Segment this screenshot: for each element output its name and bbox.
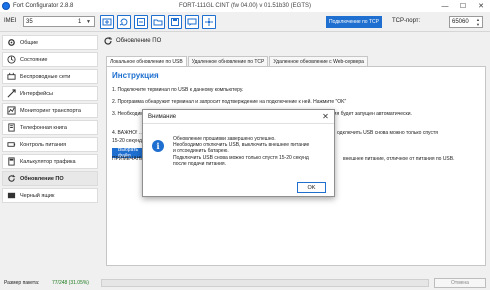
save-icon bbox=[171, 18, 179, 26]
dialog-message: Обновление прошивки завершено успешно. Н… bbox=[173, 136, 310, 167]
monitoring-icon bbox=[6, 106, 16, 116]
tcp-port-label: TCP-порт: bbox=[392, 18, 421, 24]
sidebar-item-label: Состояние bbox=[20, 56, 48, 63]
tab-local-usb[interactable]: Локальное обновление по USB bbox=[106, 56, 187, 66]
sidebar-item-label: Мониторинг транспорта bbox=[20, 107, 81, 114]
close-window-button[interactable]: ✕ bbox=[472, 0, 490, 12]
update-tabs: Локальное обновление по USB Удаленное об… bbox=[106, 56, 369, 66]
chevron-down-icon: ▼ bbox=[86, 18, 91, 25]
blackbox-icon bbox=[6, 191, 16, 201]
open-file-button[interactable] bbox=[151, 15, 165, 29]
restore-button[interactable] bbox=[134, 15, 148, 29]
ok-button[interactable]: OK bbox=[297, 182, 326, 193]
sidebar-item-general[interactable]: Общие bbox=[2, 35, 98, 50]
sidebar-item-calculator[interactable]: Калькулятор трафика bbox=[2, 154, 98, 169]
calculator-icon bbox=[6, 157, 16, 167]
imei-index: 1 bbox=[78, 18, 82, 25]
read-icon bbox=[102, 18, 112, 26]
write-settings-button[interactable] bbox=[117, 15, 131, 29]
info-icon: i bbox=[152, 140, 164, 152]
sidebar-item-wireless[interactable]: Беспроводные сети bbox=[2, 69, 98, 84]
title-bar: Fort Configurator 2.8.8 FORT-111GL CINT … bbox=[0, 0, 490, 12]
tcp-port-input[interactable]: 65060 ▲ ▼ bbox=[449, 16, 483, 28]
instruction-step-4-end: одключить USB снова можно только спустя bbox=[337, 130, 438, 136]
message-icon bbox=[187, 18, 197, 26]
instruction-step: 1. Подключите терминал по USB к данному … bbox=[112, 87, 244, 93]
tcp-port-value: 65060 bbox=[452, 19, 469, 25]
progress-bar bbox=[101, 279, 429, 287]
sidebar-item-state[interactable]: Состояние bbox=[2, 52, 98, 67]
save-file-button[interactable] bbox=[168, 15, 182, 29]
tab-remote-web[interactable]: Удаленное обновление с Web-сервера bbox=[269, 56, 368, 66]
gear-icon bbox=[6, 38, 16, 48]
sidebar: Общие Состояние Беспроводные сети Интерф… bbox=[2, 33, 98, 268]
instructions-title: Инструкция bbox=[112, 71, 159, 80]
folder-open-icon bbox=[153, 19, 163, 26]
wireless-icon bbox=[6, 72, 16, 82]
imei-value: 35 bbox=[26, 18, 33, 25]
sms-button[interactable] bbox=[185, 15, 199, 29]
tcp-connect-button[interactable]: Подключение по TCP bbox=[326, 16, 382, 28]
sidebar-item-label: Черный ящик bbox=[20, 192, 55, 199]
read-settings-button[interactable] bbox=[100, 15, 114, 29]
restore-icon bbox=[137, 18, 145, 26]
sidebar-item-label: Интерфейсы bbox=[20, 90, 53, 97]
imei-select[interactable]: 35 1 ▼ bbox=[23, 16, 95, 27]
dialog-title: Внимание bbox=[148, 113, 177, 120]
instruction-step: 2. Программа обнаружит терминал и запрос… bbox=[112, 99, 347, 105]
attention-dialog: Внимание ✕ i Обновление прошивки заверше… bbox=[142, 109, 335, 197]
interfaces-icon bbox=[6, 89, 16, 99]
tab-remote-tcp[interactable]: Удаленное обновление по TCP bbox=[187, 56, 269, 66]
imei-label: IMEI bbox=[4, 18, 17, 24]
sidebar-item-monitoring[interactable]: Мониторинг транспорта bbox=[2, 103, 98, 118]
sidebar-item-power[interactable]: Контроль питания bbox=[2, 137, 98, 152]
sidebar-item-label: Обновление ПО bbox=[20, 175, 64, 182]
app-logo-icon bbox=[2, 2, 10, 10]
sidebar-item-label: Контроль питания bbox=[20, 141, 67, 148]
state-icon bbox=[6, 55, 16, 65]
sidebar-item-interfaces[interactable]: Интерфейсы bbox=[2, 86, 98, 101]
sidebar-item-label: Беспроводные сети bbox=[20, 73, 71, 80]
update-icon bbox=[6, 174, 16, 184]
sidebar-item-blackbox[interactable]: Черный ящик bbox=[2, 188, 98, 203]
app-title: Fort Configurator 2.8.8 bbox=[13, 3, 74, 9]
sidebar-item-update[interactable]: Обновление ПО bbox=[2, 171, 98, 186]
power-icon bbox=[6, 140, 16, 150]
sidebar-item-phonebook[interactable]: Телефонная книга bbox=[2, 120, 98, 135]
phonebook-icon bbox=[6, 123, 16, 133]
dialog-close-button[interactable]: ✕ bbox=[321, 112, 330, 121]
page-header: Обновление ПО bbox=[103, 36, 161, 46]
packet-size-value: 77/248 (31.05%) bbox=[52, 280, 89, 286]
sidebar-item-label: Калькулятор трафика bbox=[20, 158, 76, 165]
packet-size-label: Размер пакета: bbox=[4, 280, 40, 286]
cancel-button[interactable]: Отмена bbox=[434, 278, 486, 288]
network-icon bbox=[205, 18, 213, 26]
note-end: внешнее питание, отличное от питания по … bbox=[343, 156, 455, 162]
dialog-titlebar: Внимание bbox=[143, 110, 334, 124]
instruction-step-4: 4. ВАЖНО! ... bbox=[112, 130, 144, 136]
maximize-button[interactable]: ☐ bbox=[454, 0, 472, 12]
sidebar-item-label: Общие bbox=[20, 39, 39, 46]
write-icon bbox=[119, 18, 128, 26]
minimize-button[interactable]: — bbox=[436, 0, 454, 12]
sidebar-item-label: Телефонная книга bbox=[20, 124, 67, 131]
device-title: FORT-111GL CINT (fw 04.00) v 01.51b30 (E… bbox=[178, 3, 312, 9]
spinner-icon[interactable]: ▲ ▼ bbox=[475, 17, 481, 27]
update-icon bbox=[104, 37, 112, 45]
page-title: Обновление ПО bbox=[116, 38, 162, 44]
toolbar: IMEI 35 1 ▼ Подключение по TCP TCP-порт:… bbox=[0, 12, 490, 32]
network-button[interactable] bbox=[202, 15, 216, 29]
